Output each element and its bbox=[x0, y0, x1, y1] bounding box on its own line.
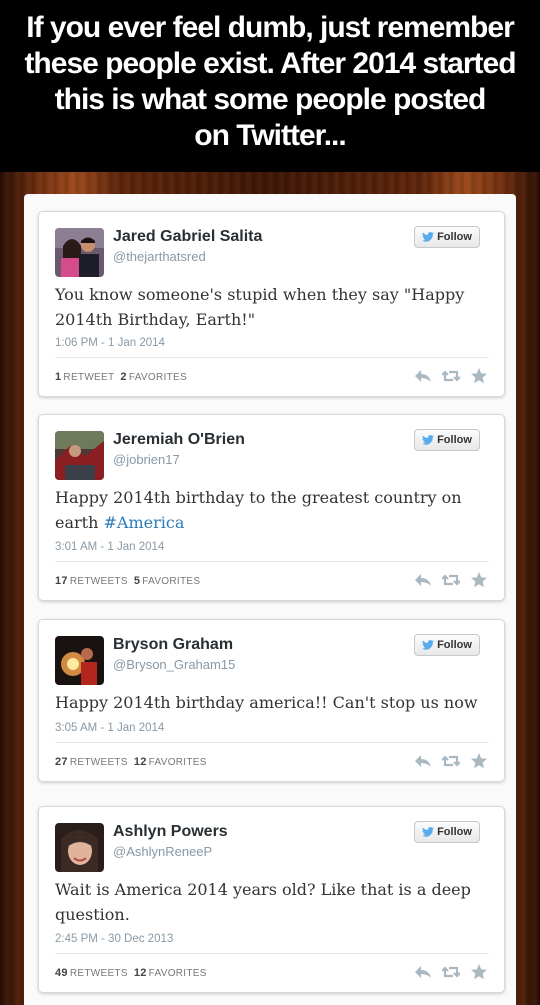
tweet-card: Jeremiah O'Brien @jobrien17 Follow Happy… bbox=[38, 414, 505, 601]
divider bbox=[55, 357, 489, 358]
username[interactable]: @jobrien17 bbox=[113, 452, 180, 467]
username[interactable]: @Bryson_Graham15 bbox=[113, 657, 235, 672]
tweet-actions bbox=[414, 368, 488, 384]
caption-line: If you ever feel dumb, just remember bbox=[26, 11, 515, 44]
reply-icon[interactable] bbox=[414, 572, 432, 588]
retweet-icon[interactable] bbox=[442, 753, 460, 769]
follow-button[interactable]: Follow bbox=[414, 634, 480, 656]
avatar[interactable] bbox=[55, 823, 104, 872]
tweet-card: Jared Gabriel Salita @thejarthatsred Fol… bbox=[38, 211, 505, 397]
favorite-label: FAVORITES bbox=[148, 757, 207, 768]
tweet-actions bbox=[414, 753, 488, 769]
caption-banner: If you ever feel dumb, just remember the… bbox=[0, 0, 540, 172]
username[interactable]: @AshlynReneeP bbox=[113, 844, 212, 859]
timestamp[interactable]: 3:05 AM - 1 Jan 2014 bbox=[55, 722, 164, 734]
retweet-count[interactable]: 1 bbox=[55, 371, 61, 383]
retweet-label: RETWEETS bbox=[69, 576, 128, 587]
favorite-star-icon[interactable] bbox=[470, 572, 488, 588]
tweet-body: Wait is America 2014 years old? Like tha… bbox=[55, 880, 471, 924]
tweet-card: Bryson Graham @Bryson_Graham15 Follow Ha… bbox=[38, 619, 505, 782]
reply-icon[interactable] bbox=[414, 964, 432, 980]
twitter-bird-icon bbox=[422, 435, 435, 445]
retweet-count[interactable]: 17 bbox=[55, 575, 68, 587]
favorite-count[interactable]: 2 bbox=[120, 371, 126, 383]
retweet-count[interactable]: 49 bbox=[55, 967, 68, 979]
favorite-star-icon[interactable] bbox=[470, 964, 488, 980]
retweet-icon[interactable] bbox=[442, 964, 460, 980]
twitter-bird-icon bbox=[422, 827, 435, 837]
avatar[interactable] bbox=[55, 636, 104, 685]
tweet-stats: 49 RETWEETS 12 FAVORITES bbox=[55, 967, 207, 979]
divider bbox=[55, 953, 489, 954]
favorite-count[interactable]: 12 bbox=[134, 756, 147, 768]
divider bbox=[55, 742, 489, 743]
tweet-body: Happy 2014th birthday america!! Can't st… bbox=[55, 693, 478, 712]
retweet-icon[interactable] bbox=[442, 368, 460, 384]
follow-label: Follow bbox=[437, 231, 472, 243]
tweet-text: Happy 2014th birthday to the greatest co… bbox=[55, 485, 495, 535]
follow-label: Follow bbox=[437, 639, 472, 651]
reply-icon[interactable] bbox=[414, 368, 432, 384]
display-name[interactable]: Jeremiah O'Brien bbox=[113, 431, 245, 449]
follow-button[interactable]: Follow bbox=[414, 429, 480, 451]
timestamp[interactable]: 1:06 PM - 1 Jan 2014 bbox=[55, 337, 165, 349]
follow-button[interactable]: Follow bbox=[414, 821, 480, 843]
follow-label: Follow bbox=[437, 434, 472, 446]
divider bbox=[55, 561, 489, 562]
favorite-label: FAVORITES bbox=[148, 968, 207, 979]
tweet-card: Ashlyn Powers @AshlynReneeP Follow Wait … bbox=[38, 806, 505, 993]
retweet-label: RETWEET bbox=[63, 372, 115, 383]
reply-icon[interactable] bbox=[414, 753, 432, 769]
favorite-star-icon[interactable] bbox=[470, 368, 488, 384]
hashtag-link[interactable]: #America bbox=[103, 513, 184, 532]
avatar[interactable] bbox=[55, 431, 104, 480]
username[interactable]: @thejarthatsred bbox=[113, 249, 206, 264]
tweet-stats: 17 RETWEETS 5 FAVORITES bbox=[55, 575, 200, 587]
tweet-actions bbox=[414, 964, 488, 980]
favorite-count[interactable]: 12 bbox=[134, 967, 147, 979]
favorite-count[interactable]: 5 bbox=[134, 575, 140, 587]
retweet-label: RETWEETS bbox=[69, 968, 128, 979]
favorite-label: FAVORITES bbox=[142, 576, 201, 587]
follow-label: Follow bbox=[437, 826, 472, 838]
tweet-stats: 1 RETWEET 2 FAVORITES bbox=[55, 371, 187, 383]
display-name[interactable]: Jared Gabriel Salita bbox=[113, 228, 262, 246]
follow-button[interactable]: Follow bbox=[414, 226, 480, 248]
tweet-actions bbox=[414, 572, 488, 588]
tweet-text: You know someone's stupid when they say … bbox=[55, 282, 495, 332]
caption-line: this is what some people posted bbox=[54, 83, 487, 116]
caption-line: on Twitter... bbox=[194, 119, 346, 152]
display-name[interactable]: Ashlyn Powers bbox=[113, 823, 228, 841]
retweet-count[interactable]: 27 bbox=[55, 756, 68, 768]
retweet-icon[interactable] bbox=[442, 572, 460, 588]
display-name[interactable]: Bryson Graham bbox=[113, 636, 233, 654]
tweet-text: Happy 2014th birthday america!! Can't st… bbox=[55, 690, 495, 715]
timestamp[interactable]: 2:45 PM - 30 Dec 2013 bbox=[55, 933, 173, 945]
tweet-text: Wait is America 2014 years old? Like tha… bbox=[55, 877, 495, 927]
retweet-label: RETWEETS bbox=[69, 757, 128, 768]
twitter-bird-icon bbox=[422, 640, 435, 650]
favorite-star-icon[interactable] bbox=[470, 753, 488, 769]
twitter-bird-icon bbox=[422, 232, 435, 242]
tweet-stats: 27 RETWEETS 12 FAVORITES bbox=[55, 756, 207, 768]
tweet-body: You know someone's stupid when they say … bbox=[55, 285, 465, 329]
favorite-label: FAVORITES bbox=[128, 372, 187, 383]
caption-line: these people exist. After 2014 started bbox=[24, 47, 516, 80]
timestamp[interactable]: 3:01 AM - 1 Jan 2014 bbox=[55, 541, 164, 553]
avatar[interactable] bbox=[55, 228, 104, 277]
